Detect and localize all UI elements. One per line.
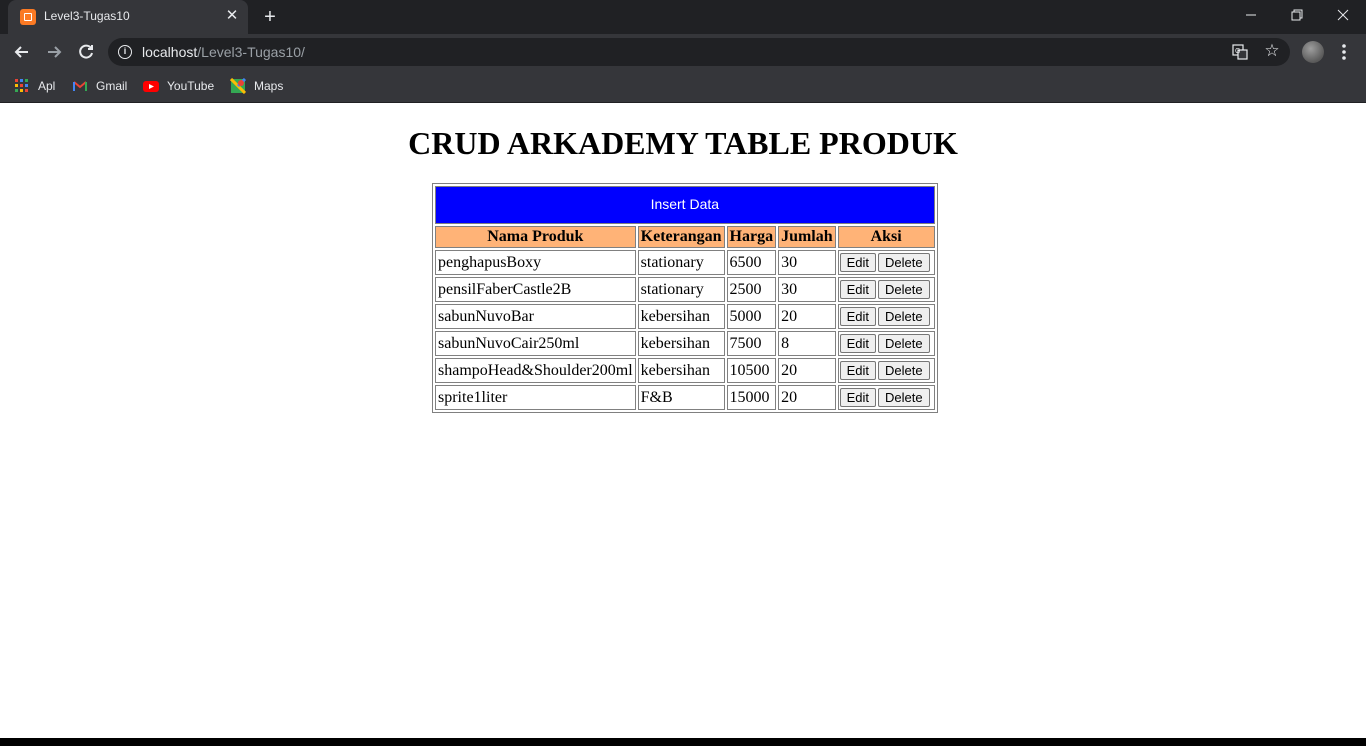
youtube-icon xyxy=(143,78,159,94)
browser-toolbar: i localhost/Level3-Tugas10/ G ☆ xyxy=(0,34,1366,70)
cell-harga: 5000 xyxy=(726,304,777,329)
back-icon[interactable] xyxy=(8,38,36,66)
bookmark-gmail[interactable]: Gmail xyxy=(72,76,127,96)
delete-button[interactable]: Delete xyxy=(878,253,930,272)
cell-aksi: Edit Delete xyxy=(837,385,935,410)
translate-icon[interactable]: G xyxy=(1232,44,1248,60)
cell-jumlah: 8 xyxy=(778,331,836,356)
table-header-row: Nama Produk Keterangan Harga Jumlah Aksi xyxy=(435,226,935,248)
more-menu-icon[interactable] xyxy=(1334,40,1354,64)
gmail-icon xyxy=(72,78,88,94)
cell-harga: 2500 xyxy=(726,277,777,302)
cell-jumlah: 30 xyxy=(778,277,836,302)
edit-button[interactable]: Edit xyxy=(839,280,877,299)
delete-button[interactable]: Delete xyxy=(878,361,930,380)
cell-nama: sprite1liter xyxy=(435,385,636,410)
edit-button[interactable]: Edit xyxy=(839,388,877,407)
cell-nama: sabunNuvoCair250ml xyxy=(435,331,636,356)
edit-button[interactable]: Edit xyxy=(839,307,877,326)
cell-keterangan: kebersihan xyxy=(637,358,725,383)
cell-nama: shampoHead&Shoulder200ml xyxy=(435,358,636,383)
column-header-aksi: Aksi xyxy=(837,226,935,248)
restore-icon[interactable] xyxy=(1274,0,1320,30)
cell-keterangan: stationary xyxy=(637,277,725,302)
cell-aksi: Edit Delete xyxy=(837,331,935,356)
column-header-nama: Nama Produk xyxy=(435,226,636,248)
bookmark-apps[interactable]: Apl xyxy=(14,76,55,96)
cell-keterangan: F&B xyxy=(637,385,725,410)
cell-aksi: Edit Delete xyxy=(837,250,935,275)
window-close-icon[interactable] xyxy=(1320,0,1366,30)
reload-icon[interactable] xyxy=(72,38,100,66)
cell-harga: 15000 xyxy=(726,385,777,410)
edit-button[interactable]: Edit xyxy=(839,253,877,272)
cell-nama: penghapusBoxy xyxy=(435,250,636,275)
column-header-keterangan: Keterangan xyxy=(637,226,725,248)
site-info-icon[interactable]: i xyxy=(118,45,132,59)
table-row: sabunNuvoBar kebersihan 5000 20 Edit Dele… xyxy=(435,304,935,329)
delete-button[interactable]: Delete xyxy=(878,307,930,326)
url-text: localhost/Level3-Tugas10/ xyxy=(142,44,305,60)
cell-jumlah: 20 xyxy=(778,385,836,410)
delete-button[interactable]: Delete xyxy=(878,334,930,353)
table-row: sabunNuvoCair250ml kebersihan 7500 8 Edi… xyxy=(435,331,935,356)
cell-aksi: Edit Delete xyxy=(837,358,935,383)
cell-harga: 10500 xyxy=(726,358,777,383)
cell-nama: sabunNuvoBar xyxy=(435,304,636,329)
cell-keterangan: kebersihan xyxy=(637,304,725,329)
insert-data-cell: Insert Data xyxy=(435,186,935,224)
edit-button[interactable]: Edit xyxy=(839,361,877,380)
table-row: sprite1liter F&B 15000 20 Edit Delete xyxy=(435,385,935,410)
minimize-icon[interactable] xyxy=(1228,0,1274,30)
tab-title: Level3-Tugas10 xyxy=(44,9,130,23)
cell-jumlah: 20 xyxy=(778,358,836,383)
table-row: pensilFaberCastle2B stationary 2500 30 E… xyxy=(435,277,935,302)
page-title: CRUD ARKADEMY TABLE PRODUK xyxy=(408,125,958,161)
maps-icon xyxy=(229,77,247,95)
delete-button[interactable]: Delete xyxy=(878,280,930,299)
cell-aksi: Edit Delete xyxy=(837,277,935,302)
table-row: penghapusBoxy stationary 6500 30 Edit Del… xyxy=(435,250,935,275)
bookmark-label: Gmail xyxy=(96,79,128,93)
produk-table: Insert Data Nama Produk Keterangan Harga… xyxy=(432,183,938,413)
address-bar[interactable]: i localhost/Level3-Tugas10/ G ☆ xyxy=(108,38,1290,66)
bookmark-label: YouTube xyxy=(167,79,215,93)
bookmark-maps[interactable]: Maps xyxy=(229,76,284,96)
profile-avatar[interactable] xyxy=(1302,41,1324,63)
forward-icon[interactable] xyxy=(40,38,68,66)
apps-grid-icon xyxy=(14,78,30,94)
cell-keterangan: kebersihan xyxy=(637,331,725,356)
svg-text:G: G xyxy=(1235,48,1240,55)
cell-jumlah: 30 xyxy=(778,250,836,275)
bookmark-star-icon[interactable]: ☆ xyxy=(1262,41,1282,61)
bookmark-youtube[interactable]: YouTube xyxy=(143,76,214,96)
cell-keterangan: stationary xyxy=(637,250,725,275)
cell-aksi: Edit Delete xyxy=(837,304,935,329)
browser-tab[interactable]: Level3-Tugas10 ✕ xyxy=(8,0,248,34)
insert-data-link[interactable]: Insert Data xyxy=(651,196,719,212)
column-header-harga: Harga xyxy=(726,226,777,248)
cell-nama: pensilFaberCastle2B xyxy=(435,277,636,302)
bookmark-label: Maps xyxy=(254,79,284,93)
cell-jumlah: 20 xyxy=(778,304,836,329)
xampp-favicon-icon xyxy=(20,9,36,25)
tab-close-icon[interactable]: ✕ xyxy=(224,8,240,24)
page-content: CRUD ARKADEMY TABLE PRODUK Insert Data N… xyxy=(0,103,1366,738)
screen-bottom-edge xyxy=(0,738,1366,746)
table-row: shampoHead&Shoulder200ml kebersihan 1050… xyxy=(435,358,935,383)
cell-harga: 6500 xyxy=(726,250,777,275)
new-tab-icon[interactable]: + xyxy=(258,6,282,28)
delete-button[interactable]: Delete xyxy=(878,388,930,407)
column-header-jumlah: Jumlah xyxy=(778,226,836,248)
edit-button[interactable]: Edit xyxy=(839,334,877,353)
bookmarks-bar: Apl Gmail YouTube Maps xyxy=(0,70,1366,103)
tab-strip: Level3-Tugas10 ✕ + xyxy=(0,0,1366,34)
bookmark-label: Apl xyxy=(38,79,56,93)
cell-harga: 7500 xyxy=(726,331,777,356)
